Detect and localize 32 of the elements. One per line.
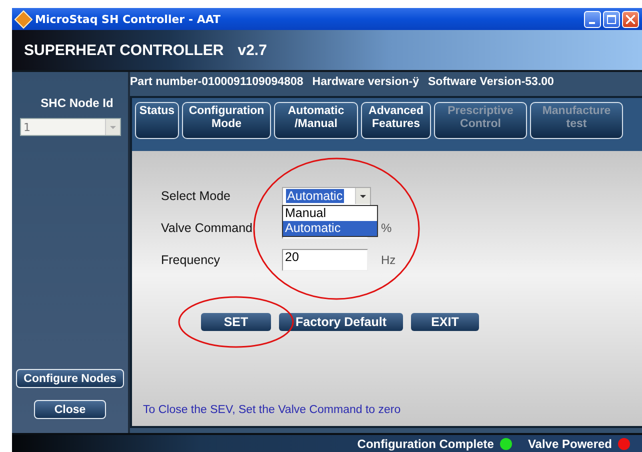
set-button[interactable]: SET [201,313,271,331]
dropdown-option[interactable]: Manual [283,206,377,221]
configure-nodes-button[interactable]: Configure Nodes [16,369,124,388]
info-text: Part number-0100091109094808 [130,76,304,88]
factory-default-button[interactable]: Factory Default [279,313,403,331]
app-title: SUPERHEAT CONTROLLER [24,42,224,58]
unit-label: Hz [380,253,397,267]
status-text: Configuration Complete [357,436,494,450]
field-label: Valve Command [161,221,254,235]
tab[interactable]: Automatic /Manual [274,102,358,139]
close-app-button[interactable]: Close [34,400,106,419]
app-icon [14,10,33,28]
close-button[interactable] [622,10,639,28]
tab[interactable]: Status [135,102,179,139]
info-text: Software Version-53.00 [428,76,554,88]
tab[interactable]: Advanced Features [361,102,431,139]
minimize-button[interactable] [584,10,601,28]
hint-text: To Close the SEV, Set the Valve Command to zero [143,404,402,416]
frequency-field[interactable]: 20 [282,249,368,271]
exit-button[interactable]: EXIT [411,313,479,331]
field-label: Select Mode [161,189,232,203]
unit-label: % [380,221,393,235]
field-label: Frequency [161,253,222,267]
version-label: v2.7 [238,42,267,58]
node-id-label: SHC Node Id [40,96,114,110]
dropdown-option[interactable]: Automatic [283,221,377,236]
tab[interactable]: Configuration Mode [182,102,271,139]
mode-select[interactable]: Automatic [282,186,371,206]
maximize-button[interactable] [603,10,620,28]
window-title: MicroStaq SH Controller - AAT [35,12,222,26]
status-text: Valve Powered [528,436,612,450]
info-text: Hardware version-ÿ [312,76,420,88]
